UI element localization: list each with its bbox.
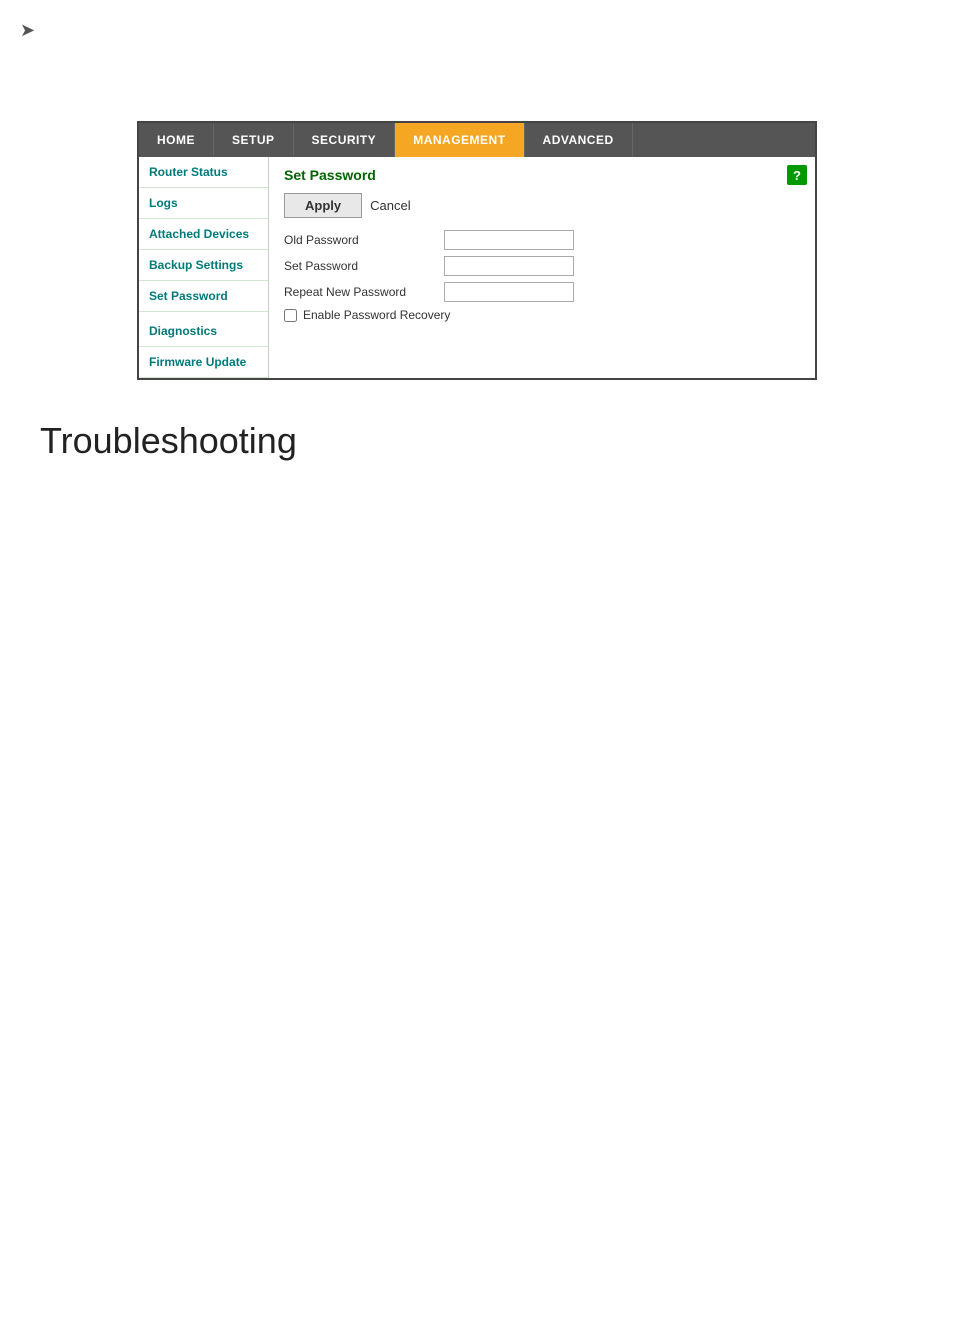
sidebar-item-attached-devices[interactable]: Attached Devices xyxy=(139,219,268,250)
nav-item-advanced[interactable]: ADVANCED xyxy=(525,123,633,157)
old-password-input[interactable] xyxy=(444,230,574,250)
form-row-set-password: Set Password xyxy=(284,256,800,276)
main-content: Router Status Logs Attached Devices Back… xyxy=(139,157,815,378)
checkbox-row: Enable Password Recovery xyxy=(284,308,800,322)
sidebar-item-router-status[interactable]: Router Status xyxy=(139,157,268,188)
set-password-input[interactable] xyxy=(444,256,574,276)
panel-title: Set Password xyxy=(284,167,800,183)
old-password-label: Old Password xyxy=(284,233,444,247)
help-icon[interactable]: ? xyxy=(787,165,807,185)
nav-item-security[interactable]: SECURITY xyxy=(294,123,396,157)
form-row-old-password: Old Password xyxy=(284,230,800,250)
nav-item-management[interactable]: MANAGEMENT xyxy=(395,123,524,157)
sidebar-item-firmware-update[interactable]: Firmware Update xyxy=(139,347,268,378)
sidebar: Router Status Logs Attached Devices Back… xyxy=(139,157,269,378)
form-area: Old Password Set Password Repeat New Pas… xyxy=(284,230,800,322)
troubleshooting-heading: Troubleshooting xyxy=(40,420,934,462)
cancel-button[interactable]: Cancel xyxy=(370,198,410,213)
sidebar-item-backup-settings[interactable]: Backup Settings xyxy=(139,250,268,281)
sidebar-item-diagnostics[interactable]: Diagnostics xyxy=(139,316,268,347)
nav-bar: HOME SETUP SECURITY MANAGEMENT ADVANCED xyxy=(139,123,815,157)
repeat-password-label: Repeat New Password xyxy=(284,285,444,299)
sidebar-item-logs[interactable]: Logs xyxy=(139,188,268,219)
apply-button[interactable]: Apply xyxy=(284,193,362,218)
enable-password-recovery-checkbox[interactable] xyxy=(284,309,297,322)
nav-item-setup[interactable]: SETUP xyxy=(214,123,294,157)
action-bar: Apply Cancel xyxy=(284,193,800,218)
form-row-repeat-password: Repeat New Password xyxy=(284,282,800,302)
sidebar-item-set-password[interactable]: Set Password xyxy=(139,281,268,312)
content-panel: ? Set Password Apply Cancel Old Password… xyxy=(269,157,815,378)
enable-password-recovery-label: Enable Password Recovery xyxy=(303,308,450,322)
set-password-label: Set Password xyxy=(284,259,444,273)
arrow-icon: ➤ xyxy=(20,20,934,41)
router-ui: HOME SETUP SECURITY MANAGEMENT ADVANCED … xyxy=(137,121,817,380)
nav-item-home[interactable]: HOME xyxy=(139,123,214,157)
repeat-password-input[interactable] xyxy=(444,282,574,302)
